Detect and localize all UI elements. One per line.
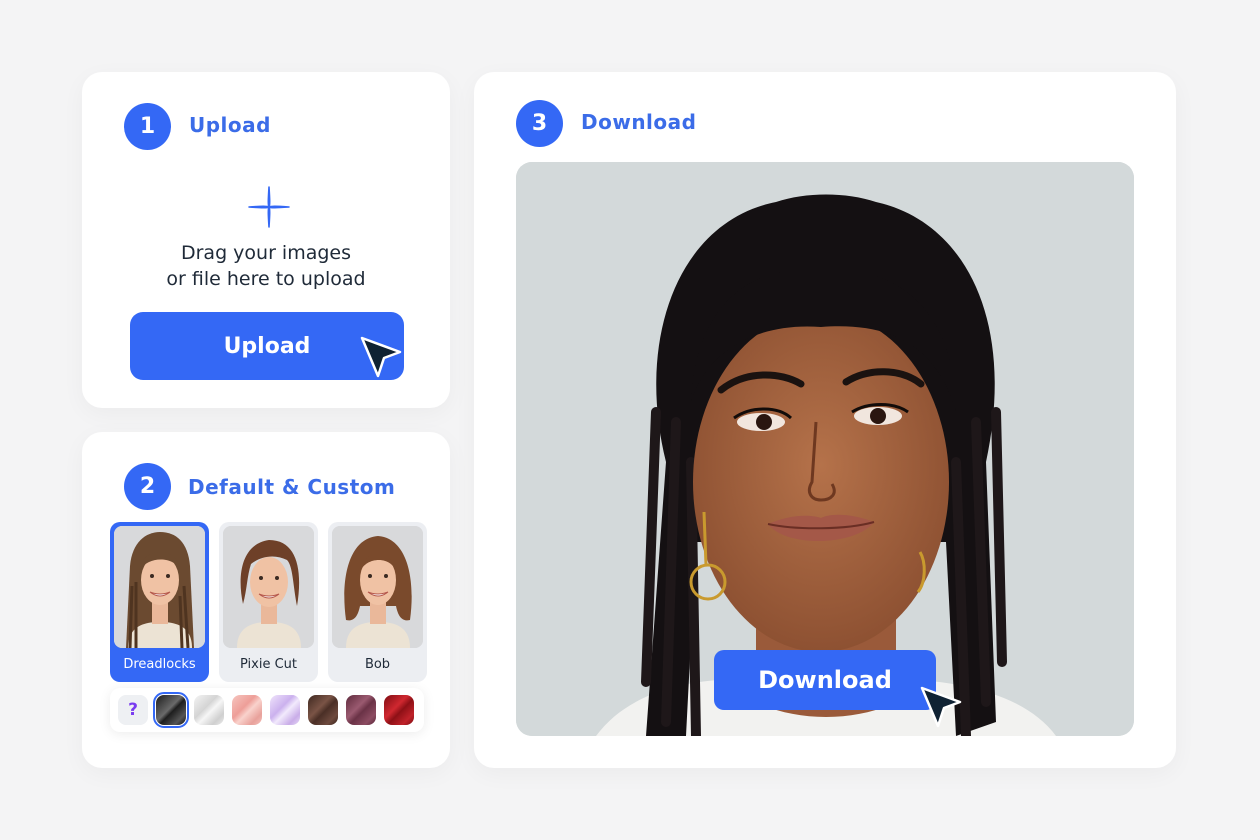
drag-drop-hint: Drag your images or file here to upload <box>82 240 450 292</box>
step-3-badge: 3 <box>516 100 563 147</box>
color-swatch-pink[interactable] <box>232 695 262 725</box>
hairstyle-option-bob[interactable]: Bob <box>328 522 427 682</box>
step-1-badge: 1 <box>124 103 171 150</box>
upload-button-label: Upload <box>223 333 311 359</box>
mouse-cursor-icon <box>920 686 962 728</box>
portrait-dreadlocks-image <box>114 526 205 648</box>
hair-color-palette: ? <box>110 688 424 732</box>
color-swatch-red[interactable] <box>384 695 414 725</box>
hairstyle-thumbnail <box>332 526 423 648</box>
step-3-title: Download <box>581 110 697 134</box>
color-swatch-silver[interactable] <box>194 695 224 725</box>
hairstyle-options: Dreadlocks Pixie Cut Bob <box>110 522 427 682</box>
hairstyle-thumbnail <box>114 526 205 648</box>
random-color-swatch[interactable]: ? <box>118 695 148 725</box>
color-swatch-mauve[interactable] <box>346 695 376 725</box>
color-swatch-black[interactable] <box>153 692 189 728</box>
drag-hint-line2: or file here to upload <box>166 268 366 290</box>
download-button-label: Download <box>758 666 892 694</box>
hairstyle-option-dreadlocks[interactable]: Dreadlocks <box>110 522 209 682</box>
hairstyle-label: Bob <box>364 657 391 672</box>
hairstyle-option-pixie-cut[interactable]: Pixie Cut <box>219 522 318 682</box>
hairstyle-label: Dreadlocks <box>123 657 196 672</box>
hairstyle-label: Pixie Cut <box>239 657 297 672</box>
hairstyle-card: 2 Default & Custom Dreadlocks Pixie Cut … <box>82 432 450 768</box>
sparkle-plus-icon <box>248 186 290 228</box>
mouse-cursor-icon <box>360 336 402 378</box>
upload-button[interactable]: Upload <box>130 312 404 380</box>
drag-hint-line1: Drag your images <box>180 242 352 264</box>
download-card: 3 Download Download <box>474 72 1176 768</box>
step-2-title: Default & Custom <box>188 475 396 499</box>
upload-card: 1 Upload Drag your images or file here t… <box>82 72 450 408</box>
color-swatch-lavender[interactable] <box>270 695 300 725</box>
portrait-pixie-cut-image <box>223 526 314 648</box>
download-button[interactable]: Download <box>714 650 936 710</box>
question-mark-icon: ? <box>128 700 138 720</box>
hairstyle-thumbnail <box>223 526 314 648</box>
portrait-bob-image <box>332 526 423 648</box>
step-1-title: Upload <box>189 113 271 137</box>
step-2-badge: 2 <box>124 463 171 510</box>
color-swatch-brown[interactable] <box>308 695 338 725</box>
